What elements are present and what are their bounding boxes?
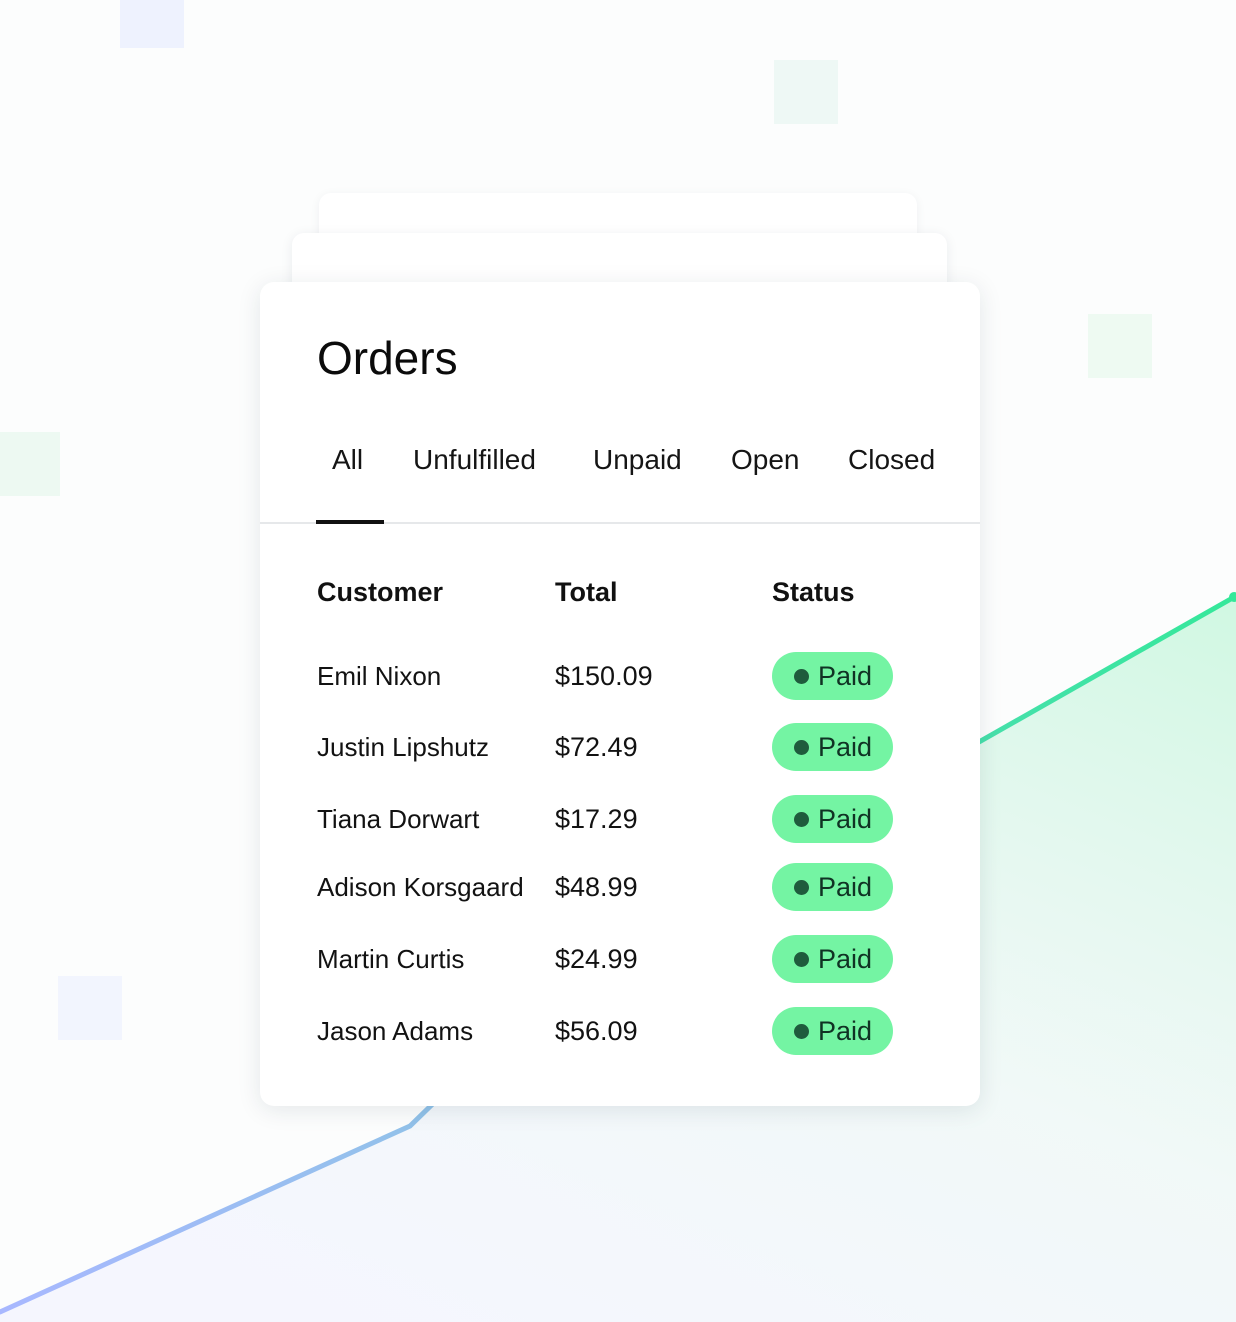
table-row[interactable]: Justin Lipshutz $72.49 Paid	[260, 719, 980, 779]
status-label: Paid	[818, 872, 873, 902]
customer-name: Martin Curtis	[317, 944, 465, 974]
decorative-square	[774, 60, 838, 124]
status-badge: Paid	[772, 652, 893, 700]
status-badge: Paid	[772, 723, 893, 771]
table-row[interactable]: Emil Nixon $150.09 Paid	[260, 648, 980, 708]
orders-card: Orders All Unfulfilled Unpaid Open Close…	[260, 282, 980, 1106]
page-title: Orders	[317, 332, 458, 384]
status-label: Paid	[818, 804, 873, 834]
decorative-square	[0, 432, 60, 496]
status-badge: Paid	[772, 863, 893, 911]
active-tab-indicator	[316, 520, 384, 524]
decorative-square	[120, 0, 184, 48]
table-row[interactable]: Tiana Dorwart $17.29 Paid	[260, 791, 980, 851]
status-dot-icon	[794, 1024, 809, 1039]
status-badge: Paid	[772, 1007, 893, 1055]
status-label: Paid	[818, 944, 873, 974]
customer-name: Emil Nixon	[317, 661, 442, 691]
column-header-status[interactable]: Status	[772, 574, 855, 610]
tab-all[interactable]: All	[332, 440, 363, 480]
status-dot-icon	[794, 669, 809, 684]
status-label: Paid	[818, 732, 873, 762]
table-row[interactable]: Jason Adams $56.09 Paid	[260, 1003, 980, 1063]
column-header-customer[interactable]: Customer	[317, 574, 443, 610]
table-row[interactable]: Adison Korsgaard $48.99 Paid	[260, 859, 980, 919]
column-header-total[interactable]: Total	[555, 574, 618, 610]
customer-name: Jason Adams	[317, 1016, 474, 1046]
status-label: Paid	[818, 661, 873, 691]
status-dot-icon	[794, 880, 809, 895]
tab-unfulfilled[interactable]: Unfulfilled	[413, 440, 536, 480]
tab-open[interactable]: Open	[731, 440, 800, 480]
decorative-square	[1088, 314, 1152, 378]
order-filter-tabs: All Unfulfilled Unpaid Open Closed	[260, 432, 980, 524]
customer-name: Adison Korsgaard	[317, 872, 524, 902]
order-total: $150.09	[555, 661, 653, 691]
tab-unpaid[interactable]: Unpaid	[593, 440, 682, 480]
customer-name: Justin Lipshutz	[317, 732, 489, 762]
order-total: $56.09	[555, 1016, 638, 1046]
order-total: $17.29	[555, 804, 638, 834]
tab-closed[interactable]: Closed	[848, 440, 935, 480]
status-dot-icon	[794, 740, 809, 755]
decorative-square	[58, 976, 122, 1040]
order-total: $48.99	[555, 872, 638, 902]
status-dot-icon	[794, 952, 809, 967]
status-badge: Paid	[772, 935, 893, 983]
order-total: $72.49	[555, 732, 638, 762]
status-badge: Paid	[772, 795, 893, 843]
table-row[interactable]: Martin Curtis $24.99 Paid	[260, 931, 980, 991]
customer-name: Tiana Dorwart	[317, 804, 480, 834]
order-total: $24.99	[555, 944, 638, 974]
status-dot-icon	[794, 812, 809, 827]
status-label: Paid	[818, 1016, 873, 1046]
